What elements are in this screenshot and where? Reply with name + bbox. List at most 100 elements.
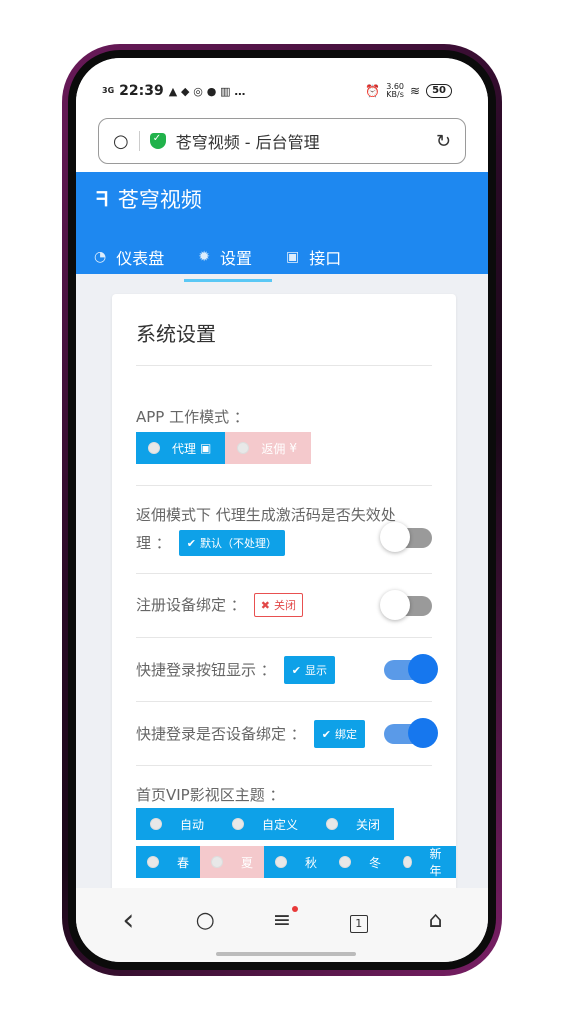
setting-rebate-handling: 返佣模式下 代理生成激活码是否失效处 理 ： ✔ 默认（不处理） xyxy=(136,486,432,574)
home-icon[interactable]: ⌂ xyxy=(416,908,456,933)
option-spring[interactable]: 春 xyxy=(136,846,201,878)
quick-login-bind-badge-text: 绑定 xyxy=(335,728,357,741)
network-speed: 3.60 KB/s xyxy=(386,83,404,99)
device-binding-toggle[interactable] xyxy=(380,590,432,620)
page-title[interactable]: 苍穹视频 - 后台管理 xyxy=(176,129,426,153)
status-bar: 3G 22:39 ▲ ◆ ◎ ● ▥ … ⏰ 3.60 KB/s ≋ 50 xyxy=(76,58,488,110)
device-binding-label: 注册设备绑定 ： xyxy=(136,596,246,614)
rebate-badge-text: 默认（不处理） xyxy=(200,537,277,550)
option-proxy[interactable]: 代理 ▣ xyxy=(136,432,226,464)
reload-icon[interactable]: ↻ xyxy=(436,131,451,152)
tab-dashboard[interactable]: ◔ 仪表盘 xyxy=(94,238,164,276)
menu-icon[interactable]: ≡ xyxy=(262,905,302,933)
address-bar[interactable]: ○ 苍穹视频 - 后台管理 ↻ xyxy=(98,118,466,164)
tab-settings[interactable]: ✹ 设置 xyxy=(184,238,272,282)
radio-dot xyxy=(148,442,160,454)
quick-login-show-badge: ✔ 显示 xyxy=(283,656,335,684)
option-new-year[interactable]: 新年 xyxy=(392,846,456,878)
tab-api[interactable]: ▣ 接口 xyxy=(286,238,341,276)
quick-login-show-label: 快捷登录按钮显示 ： xyxy=(136,661,276,679)
setting-app-mode: APP 工作模式 ： 代理 ▣ 返佣 ¥ xyxy=(136,366,432,486)
option-off-label: 关闭 xyxy=(356,817,381,832)
quick-login-show-toggle[interactable] xyxy=(384,654,438,684)
toggle-knob xyxy=(408,718,438,748)
radio-dot xyxy=(147,856,159,868)
app-header: ᖷ 苍穹视频 ◔ 仪表盘 ✹ 设置 ▣ 接口 xyxy=(76,172,488,282)
tabs-icon[interactable]: 1 xyxy=(339,908,379,933)
dashboard-icon: ◔ xyxy=(94,249,107,265)
divider xyxy=(138,131,140,151)
app-mode-segment: 代理 ▣ 返佣 ¥ xyxy=(136,432,312,464)
screen: 3G 22:39 ▲ ◆ ◎ ● ▥ … ⏰ 3.60 KB/s ≋ 50 ○ … xyxy=(76,58,488,962)
rebate-status-badge: ✔ 默认（不处理） xyxy=(178,530,285,556)
search-icon[interactable]: ○ xyxy=(113,131,129,152)
tab-dashboard-label: 仪表盘 xyxy=(116,249,165,268)
option-autumn[interactable]: 秋 xyxy=(264,846,329,878)
gesture-bar[interactable] xyxy=(216,952,356,956)
proxy-icon: ▣ xyxy=(200,441,212,455)
phone-bezel: 3G 22:39 ▲ ◆ ◎ ● ▥ … ⏰ 3.60 KB/s ≋ 50 ○ … xyxy=(68,50,496,970)
browser-address-area: ○ 苍穹视频 - 后台管理 ↻ xyxy=(76,110,488,172)
radio-dot xyxy=(237,442,250,454)
tab-api-label: 接口 xyxy=(309,249,342,268)
radio-dot xyxy=(150,818,162,830)
quick-login-bind-toggle[interactable] xyxy=(384,718,438,748)
option-custom[interactable]: 自定义 xyxy=(218,808,313,840)
back-icon[interactable]: ‹ xyxy=(108,903,148,938)
radio-dot xyxy=(403,856,412,868)
speed-unit: KB/s xyxy=(386,90,404,99)
option-off[interactable]: 关闭 xyxy=(312,808,395,840)
status-right: ⏰ 3.60 KB/s ≋ 50 xyxy=(365,83,452,99)
secure-shield-icon xyxy=(149,133,166,149)
quick-login-bind-label: 快捷登录是否设备绑定 ： xyxy=(136,725,306,743)
rebate-label-2: 理 ： xyxy=(136,534,171,552)
radio-dot xyxy=(211,856,224,868)
wifi-icon: ≋ xyxy=(410,84,421,98)
option-winter[interactable]: 冬 xyxy=(328,846,393,878)
logo-icon: ᖷ xyxy=(96,187,108,211)
clock: 22:39 xyxy=(119,83,164,99)
rebate-toggle[interactable] xyxy=(380,522,432,552)
setting-vip-theme: 首页VIP影视区主题 ： 自动 自定义 关闭 春 夏 秋 冬 新年 xyxy=(136,766,456,906)
settings-card: 系统设置 APP 工作模式 ： 代理 ▣ 返佣 ¥ 返佣模式下 代理生成激活码是… xyxy=(112,294,456,914)
option-rebate-label: 返佣 xyxy=(261,441,286,456)
quick-login-bind-badge: ✔ 绑定 xyxy=(313,720,365,748)
option-autumn-label: 秋 xyxy=(305,855,318,870)
option-custom-label: 自定义 xyxy=(262,817,299,832)
option-winter-label: 冬 xyxy=(369,855,382,870)
device-binding-badge: ✖ 关闭 xyxy=(253,593,303,617)
notification-dot xyxy=(291,905,298,912)
setting-quick-login-bind: 快捷登录是否设备绑定 ： ✔ 绑定 xyxy=(136,702,438,766)
option-summer[interactable]: 夏 xyxy=(200,846,265,878)
device-binding-badge-text: 关闭 xyxy=(274,599,296,612)
brand-name: 苍穹视频 xyxy=(117,188,202,212)
setting-device-binding: 注册设备绑定 ： ✖ 关闭 xyxy=(136,574,432,638)
option-spring-label: 春 xyxy=(177,855,190,870)
radio-dot xyxy=(275,856,288,868)
notification-icons: ▲ ◆ ◎ ● ▥ … xyxy=(168,84,246,98)
api-icon: ▣ xyxy=(285,249,300,265)
card-title: 系统设置 xyxy=(136,318,432,366)
option-proxy-label: 代理 xyxy=(172,441,197,456)
phone-frame: 3G 22:39 ▲ ◆ ◎ ● ▥ … ⏰ 3.60 KB/s ≋ 50 ○ … xyxy=(62,44,502,976)
tabs-count: 1 xyxy=(349,914,368,933)
option-summer-label: 夏 xyxy=(241,855,254,870)
toggle-knob xyxy=(408,654,438,684)
close-icon: ✖ xyxy=(260,598,270,612)
option-auto[interactable]: 自动 xyxy=(136,808,219,840)
option-rebate[interactable]: 返佣 ¥ xyxy=(225,432,312,464)
radio-dot xyxy=(232,818,245,830)
signal-icon: 3G xyxy=(102,86,115,95)
gear-icon: ✹ xyxy=(198,249,210,265)
option-new-year-label: 新年 xyxy=(429,847,442,878)
radio-dot xyxy=(339,856,352,868)
vip-theme-mode-segment: 自动 自定义 关闭 xyxy=(136,808,395,840)
yen-icon: ¥ xyxy=(289,441,298,455)
brand[interactable]: ᖷ 苍穹视频 xyxy=(76,172,488,214)
menu-glyph: ≡ xyxy=(272,907,292,933)
tab-settings-label: 设置 xyxy=(219,249,252,268)
search-icon[interactable]: ○ xyxy=(185,908,225,933)
option-auto-label: 自动 xyxy=(180,817,205,832)
toggle-knob xyxy=(380,522,410,552)
toggle-knob xyxy=(380,590,410,620)
